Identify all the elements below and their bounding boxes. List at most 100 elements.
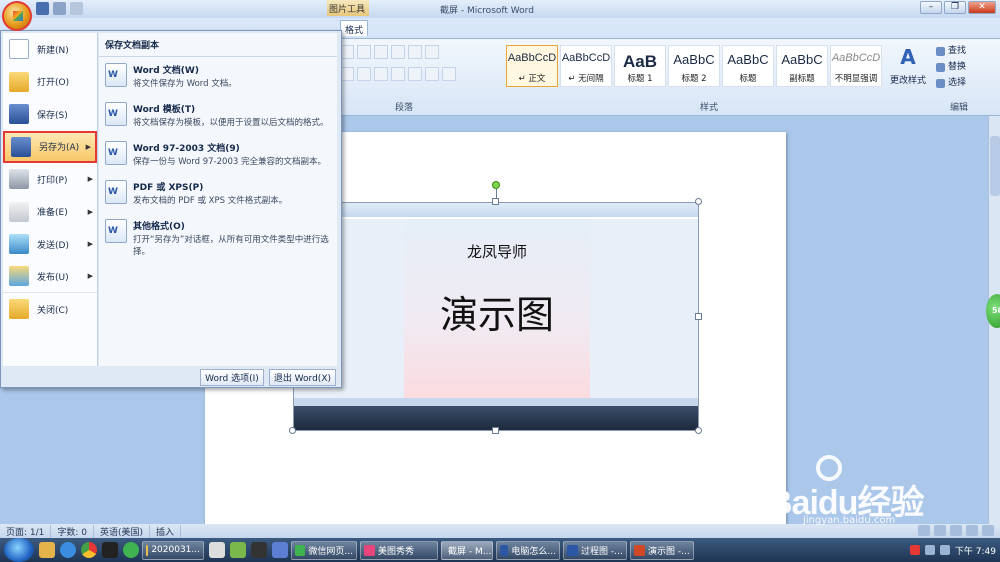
office-menu-footer: Word 选项(I) 退出 Word(X) — [3, 368, 339, 387]
resize-handle-n[interactable] — [492, 198, 499, 205]
style-title[interactable]: AaBbC 标题 — [722, 45, 774, 87]
style-heading-2[interactable]: AaBbC 标题 2 — [668, 45, 720, 87]
web-layout-icon[interactable] — [950, 525, 962, 536]
image-title: 演示图 — [439, 293, 554, 337]
task-wechat-web[interactable]: 微信网页... — [291, 540, 357, 560]
borders-icon[interactable] — [442, 67, 456, 81]
start-button[interactable] — [4, 538, 34, 562]
draft-icon[interactable] — [982, 525, 994, 536]
menu-item-print[interactable]: 打印(P) ▶ — [3, 163, 97, 196]
select-button[interactable]: 选择 — [936, 75, 996, 91]
menu-item-prepare[interactable]: 准备(E) ▶ — [3, 196, 97, 229]
task-computer-how[interactable]: 电脑怎么... — [496, 540, 560, 560]
network-icon[interactable] — [924, 545, 935, 555]
rotate-handle[interactable] — [492, 181, 500, 189]
save-as-word-document[interactable]: Word 文档(W)将文件保存为 Word 文档。 — [99, 57, 337, 96]
scrollbar-thumb[interactable] — [990, 136, 1000, 196]
insert-mode-indicator[interactable]: 插入 — [150, 524, 182, 538]
word-count[interactable]: 字数: 0 — [51, 524, 95, 538]
explorer-icon[interactable] — [39, 542, 55, 558]
increase-indent-icon[interactable] — [391, 45, 405, 59]
numbering-icon[interactable] — [357, 45, 371, 59]
menu-item-save[interactable]: 保存(S) — [3, 98, 97, 131]
decrease-indent-icon[interactable] — [374, 45, 388, 59]
menu-item-publish[interactable]: 发布(U) ▶ — [3, 261, 97, 293]
app-icon[interactable] — [209, 542, 225, 558]
app-icon[interactable] — [251, 542, 267, 558]
menu-item-send[interactable]: 发送(D) ▶ — [3, 228, 97, 261]
exit-word-button[interactable]: 退出 Word(X) — [268, 369, 336, 386]
task-meitu[interactable]: 美图秀秀 — [360, 540, 438, 560]
quick-access-toolbar — [36, 2, 83, 15]
save-as-other-formats[interactable]: 其他格式(O)打开“另存为”对话框，从所有可用文件类型中进行选择。 — [99, 213, 337, 264]
sort-icon[interactable] — [408, 45, 422, 59]
close-folder-icon — [9, 299, 29, 320]
align-right-icon[interactable] — [374, 67, 388, 81]
style-no-spacing[interactable]: AaBbCcD ↵ 无间隔 — [560, 45, 612, 87]
full-screen-icon[interactable] — [934, 525, 946, 536]
line-spacing-icon[interactable] — [408, 67, 422, 81]
submenu-arrow-icon: ▶ — [87, 240, 93, 249]
show-marks-icon[interactable] — [425, 45, 439, 59]
save-as-pdf-xps[interactable]: PDF 或 XPS(P)发布文档的 PDF 或 XPS 文件格式副本。 — [99, 174, 337, 213]
print-layout-icon[interactable] — [918, 525, 930, 536]
prepare-icon — [9, 201, 29, 222]
find-button[interactable]: 查找 — [936, 43, 996, 59]
sogou-icon[interactable] — [909, 545, 920, 555]
close-button[interactable]: ✕ — [968, 1, 996, 14]
resize-handle-s[interactable] — [492, 427, 499, 434]
save-as-word-97-2003[interactable]: Word 97-2003 文档(9)保存一份与 Word 97-2003 完全兼… — [99, 135, 337, 174]
qq-icon[interactable] — [102, 542, 118, 558]
picture-tools-context-tab[interactable]: 图片工具 — [327, 0, 369, 16]
resize-handle-e[interactable] — [695, 313, 702, 320]
submenu-arrow-icon: ▶ — [87, 175, 93, 184]
menu-item-close[interactable]: 关闭(C) — [3, 293, 97, 326]
resize-handle-ne[interactable] — [695, 198, 702, 205]
windows-taskbar: 2020031... 微信网页... 美图秀秀 截屏 - M... 电脑怎么..… — [0, 538, 1000, 562]
chrome-icon[interactable] — [81, 542, 97, 558]
task-demo-image[interactable]: 演示图 -... — [630, 540, 694, 560]
resize-handle-sw[interactable] — [289, 427, 296, 434]
page-count[interactable]: 页面: 1/1 — [0, 524, 52, 538]
wechat-icon[interactable] — [123, 542, 139, 558]
resize-handle-se[interactable] — [695, 427, 702, 434]
embedded-image[interactable]: 龙凤导师 演示图 — [293, 202, 699, 431]
word-icon — [567, 544, 578, 556]
tab-format[interactable]: 格式 — [340, 20, 369, 36]
minimize-button[interactable]: – — [920, 1, 942, 14]
word-template-icon — [105, 102, 127, 126]
menu-item-save-as[interactable]: 另存为(A) ▶ — [3, 130, 97, 163]
undo-icon[interactable] — [53, 2, 66, 15]
language-indicator[interactable]: 英语(美国) — [94, 524, 151, 538]
clock[interactable]: 下午 7:49 — [955, 544, 996, 557]
redo-icon[interactable] — [70, 2, 83, 15]
style-heading-1[interactable]: AaB 标题 1 — [614, 45, 666, 87]
justify-icon[interactable] — [391, 67, 405, 81]
menu-item-open[interactable]: 打开(O) — [3, 66, 97, 99]
style-normal[interactable]: AaBbCcD ↵ 正文 — [506, 45, 558, 87]
outline-icon[interactable] — [966, 525, 978, 536]
task-folder[interactable]: 2020031... — [142, 540, 204, 560]
change-styles-button[interactable]: A 更改样式 — [886, 45, 930, 86]
menu-item-new[interactable]: 新建(N) — [3, 33, 97, 66]
task-process-image[interactable]: 过程图 -... — [563, 540, 627, 560]
task-word-screenshot[interactable]: 截屏 - M... — [441, 540, 493, 560]
style-subtle-emphasis[interactable]: AaBbCcD 不明显强调 — [830, 45, 882, 87]
shading-icon[interactable] — [425, 67, 439, 81]
bullets-icon[interactable] — [340, 45, 354, 59]
save-icon[interactable] — [36, 2, 49, 15]
align-left-icon[interactable] — [340, 67, 354, 81]
office-button[interactable] — [2, 1, 32, 31]
ie-icon[interactable] — [60, 542, 76, 558]
image-right-pane — [590, 219, 698, 409]
replace-button[interactable]: 替换 — [936, 59, 996, 75]
app-icon[interactable] — [230, 542, 246, 558]
align-center-icon[interactable] — [357, 67, 371, 81]
word-options-button[interactable]: Word 选项(I) — [200, 369, 264, 386]
app-icon[interactable] — [272, 542, 288, 558]
save-as-word-template[interactable]: Word 模板(T)将文档保存为模板，以便用于设置以后文档的格式。 — [99, 96, 337, 135]
restore-button[interactable]: ❐ — [944, 1, 966, 14]
submenu-arrow-icon: ▶ — [85, 142, 91, 151]
style-subtitle[interactable]: AaBbC 副标题 — [776, 45, 828, 87]
volume-icon[interactable] — [939, 545, 950, 555]
